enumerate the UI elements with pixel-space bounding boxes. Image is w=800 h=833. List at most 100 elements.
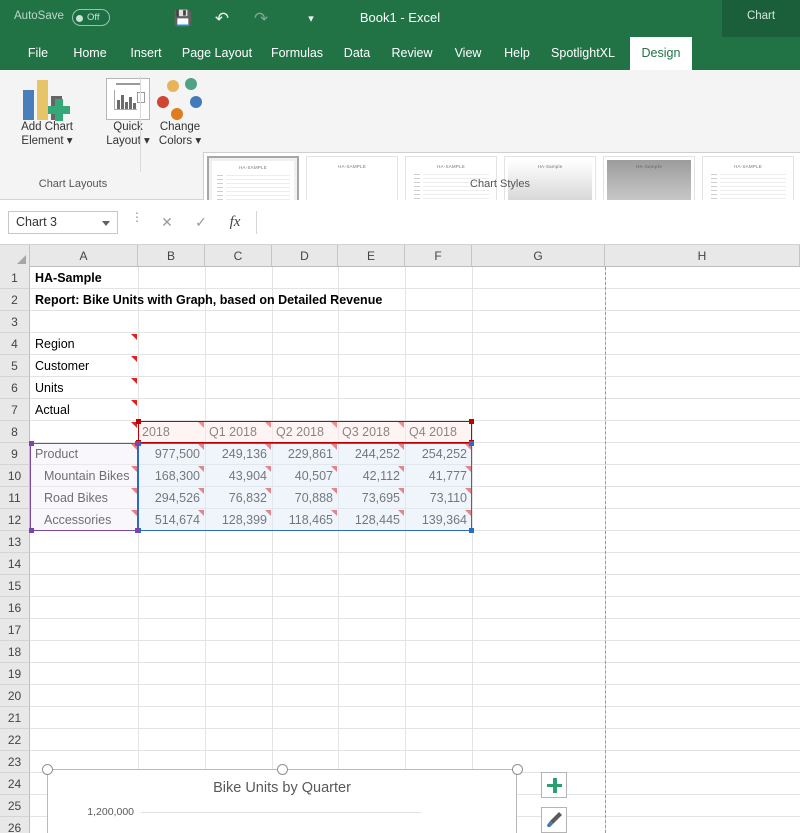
ribbon-tab-strip: File Home Insert Page Layout Formulas Data Rev… bbox=[0, 37, 800, 70]
row-header-17[interactable]: 17 bbox=[0, 619, 30, 641]
row-header-6[interactable]: 6 bbox=[0, 377, 30, 399]
insert-function-icon[interactable]: fx bbox=[220, 211, 250, 234]
row-header-16[interactable]: 16 bbox=[0, 597, 30, 619]
column-header-B[interactable]: B bbox=[138, 245, 205, 267]
row-header-3[interactable]: 3 bbox=[0, 311, 30, 333]
ribbon-tab-help[interactable]: Help bbox=[496, 37, 538, 70]
column-header-A[interactable]: A bbox=[30, 245, 138, 267]
row-header-22[interactable]: 22 bbox=[0, 729, 30, 751]
chart-style-caption: HA-SAMPLE bbox=[338, 164, 366, 169]
change-colors-label-line1: Change bbox=[159, 121, 201, 133]
chart-resize-handle-1[interactable] bbox=[276, 763, 288, 775]
ribbon-tab-formulas[interactable]: Formulas bbox=[264, 37, 330, 70]
row-header-23[interactable]: 23 bbox=[0, 751, 30, 773]
row-header-7[interactable]: 7 bbox=[0, 399, 30, 421]
column-header-D[interactable]: D bbox=[272, 245, 338, 267]
column-header-F[interactable]: F bbox=[405, 245, 472, 267]
ribbon-tab-spotlightxl[interactable]: SpotlightXL bbox=[544, 37, 622, 70]
column-headers[interactable]: ABCDEFGH bbox=[0, 245, 800, 267]
ribbon-body: Add Chart Element ▾ Quick Layout ▾ Chart… bbox=[0, 70, 800, 224]
color-dot-4 bbox=[171, 108, 183, 120]
ribbon-tab-data[interactable]: Data bbox=[336, 37, 378, 70]
cell-A7: Actual bbox=[35, 403, 70, 417]
cancel-icon[interactable]: ✕ bbox=[152, 211, 182, 234]
selection-handle-purple-br[interactable] bbox=[135, 528, 140, 533]
ribbon-tab-page-layout[interactable]: Page Layout bbox=[176, 37, 258, 70]
select-all-corner[interactable] bbox=[0, 245, 30, 267]
ribbon-tab-design[interactable]: Design bbox=[630, 37, 692, 70]
formula-bar-grip[interactable]: ⋮ bbox=[131, 211, 143, 223]
confirm-icon[interactable]: ✓ bbox=[186, 211, 216, 234]
selection-frame-categories bbox=[30, 443, 138, 531]
formula-input[interactable] bbox=[256, 211, 792, 234]
document-title: Book1 - Excel bbox=[359, 10, 441, 25]
row-header-18[interactable]: 18 bbox=[0, 641, 30, 663]
ribbon-tab-view[interactable]: View bbox=[446, 37, 490, 70]
chart-plot-area[interactable]: 0200,000400,000600,000800,0001,000,0001,… bbox=[87, 806, 421, 833]
row-header-15[interactable]: 15 bbox=[0, 575, 30, 597]
row-header-24[interactable]: 24 bbox=[0, 773, 30, 795]
chart-style-caption: HA-SAMPLE bbox=[437, 164, 465, 169]
grid-canvas[interactable] bbox=[30, 267, 800, 833]
chart-styles-button[interactable] bbox=[541, 807, 567, 833]
row-header-14[interactable]: 14 bbox=[0, 553, 30, 575]
row-header-2[interactable]: 2 bbox=[0, 289, 30, 311]
ribbon-tab-home[interactable]: Home bbox=[64, 37, 116, 70]
selection-handle-red-tl[interactable] bbox=[136, 419, 141, 424]
page-break-line bbox=[605, 267, 606, 833]
row-header-12[interactable]: 12 bbox=[0, 509, 30, 531]
add-chart-element-label-line2: Element ▾ bbox=[21, 135, 73, 147]
selection-handle-purple-tr[interactable] bbox=[135, 441, 140, 446]
row-header-9[interactable]: 9 bbox=[0, 443, 30, 465]
row-header-21[interactable]: 21 bbox=[0, 707, 30, 729]
selection-handle-purple-bl[interactable] bbox=[29, 528, 34, 533]
column-header-C[interactable]: C bbox=[205, 245, 272, 267]
chevron-down-icon[interactable] bbox=[102, 221, 110, 226]
column-header-G[interactable]: G bbox=[472, 245, 605, 267]
column-header-E[interactable]: E bbox=[338, 245, 405, 267]
selection-frame-values bbox=[138, 443, 472, 531]
quick-layout-icon bbox=[106, 78, 150, 120]
change-colors-icon bbox=[157, 78, 203, 120]
chart-resize-handle-2[interactable] bbox=[511, 763, 523, 775]
chart-title: Bike Units by Quarter bbox=[213, 780, 351, 796]
row-header-8[interactable]: 8 bbox=[0, 421, 30, 443]
chart-object[interactable]: Bike Units by Quarter 0200,000400,000600… bbox=[47, 769, 517, 833]
ribbon-tab-file[interactable]: File bbox=[18, 37, 58, 70]
selection-handle-blue-tr[interactable] bbox=[469, 441, 474, 446]
row-header-20[interactable]: 20 bbox=[0, 685, 30, 707]
contextual-tab-group: Chart bbox=[722, 0, 800, 37]
ribbon-tab-insert[interactable]: Insert bbox=[122, 37, 170, 70]
name-box[interactable]: Chart 3 bbox=[8, 211, 118, 234]
row-header-11[interactable]: 11 bbox=[0, 487, 30, 509]
worksheet-grid[interactable]: ABCDEFGH 1 2 3 4 5 6 7 8 9 10 11 12 13 14 15 16 17 18 19 20… bbox=[0, 245, 800, 833]
row-header-25[interactable]: 25 bbox=[0, 795, 30, 817]
comment-indicator-A6 bbox=[131, 378, 137, 384]
chart-elements-button[interactable] bbox=[541, 772, 567, 798]
chart-resize-handle-0[interactable] bbox=[41, 763, 53, 775]
selection-handle-blue-br[interactable] bbox=[469, 528, 474, 533]
column-header-H[interactable]: H bbox=[605, 245, 800, 267]
chart-style-caption: HA-SAMPLE bbox=[734, 164, 762, 169]
group-label-chart-layouts: Chart Layouts bbox=[38, 178, 108, 190]
selection-handle-red-tr[interactable] bbox=[469, 419, 474, 424]
add-chart-element-button[interactable]: Add Chart Element ▾ bbox=[6, 78, 88, 148]
add-chart-element-icon bbox=[21, 78, 73, 121]
row-header-26[interactable]: 26 bbox=[0, 817, 30, 833]
selection-frame-series-names bbox=[138, 421, 472, 443]
chart-bar-group-3 bbox=[361, 812, 412, 833]
comment-indicator-A4 bbox=[131, 334, 137, 340]
row-header-19[interactable]: 19 bbox=[0, 663, 30, 685]
selection-handle-purple-tl[interactable] bbox=[29, 441, 34, 446]
row-header-13[interactable]: 13 bbox=[0, 531, 30, 553]
row-header-5[interactable]: 5 bbox=[0, 355, 30, 377]
ribbon-tab-review[interactable]: Review bbox=[384, 37, 440, 70]
change-colors-button[interactable]: Change Colors ▾ bbox=[150, 78, 210, 148]
row-header-1[interactable]: 1 bbox=[0, 267, 30, 289]
row-header-10[interactable]: 10 bbox=[0, 465, 30, 487]
change-colors-label-line2: Colors ▾ bbox=[158, 135, 202, 147]
name-box-value: Chart 3 bbox=[16, 215, 57, 229]
row-header-4[interactable]: 4 bbox=[0, 333, 30, 355]
group-label-chart-styles: Chart Styles bbox=[470, 178, 530, 190]
chart-bar-group-1 bbox=[221, 812, 272, 833]
